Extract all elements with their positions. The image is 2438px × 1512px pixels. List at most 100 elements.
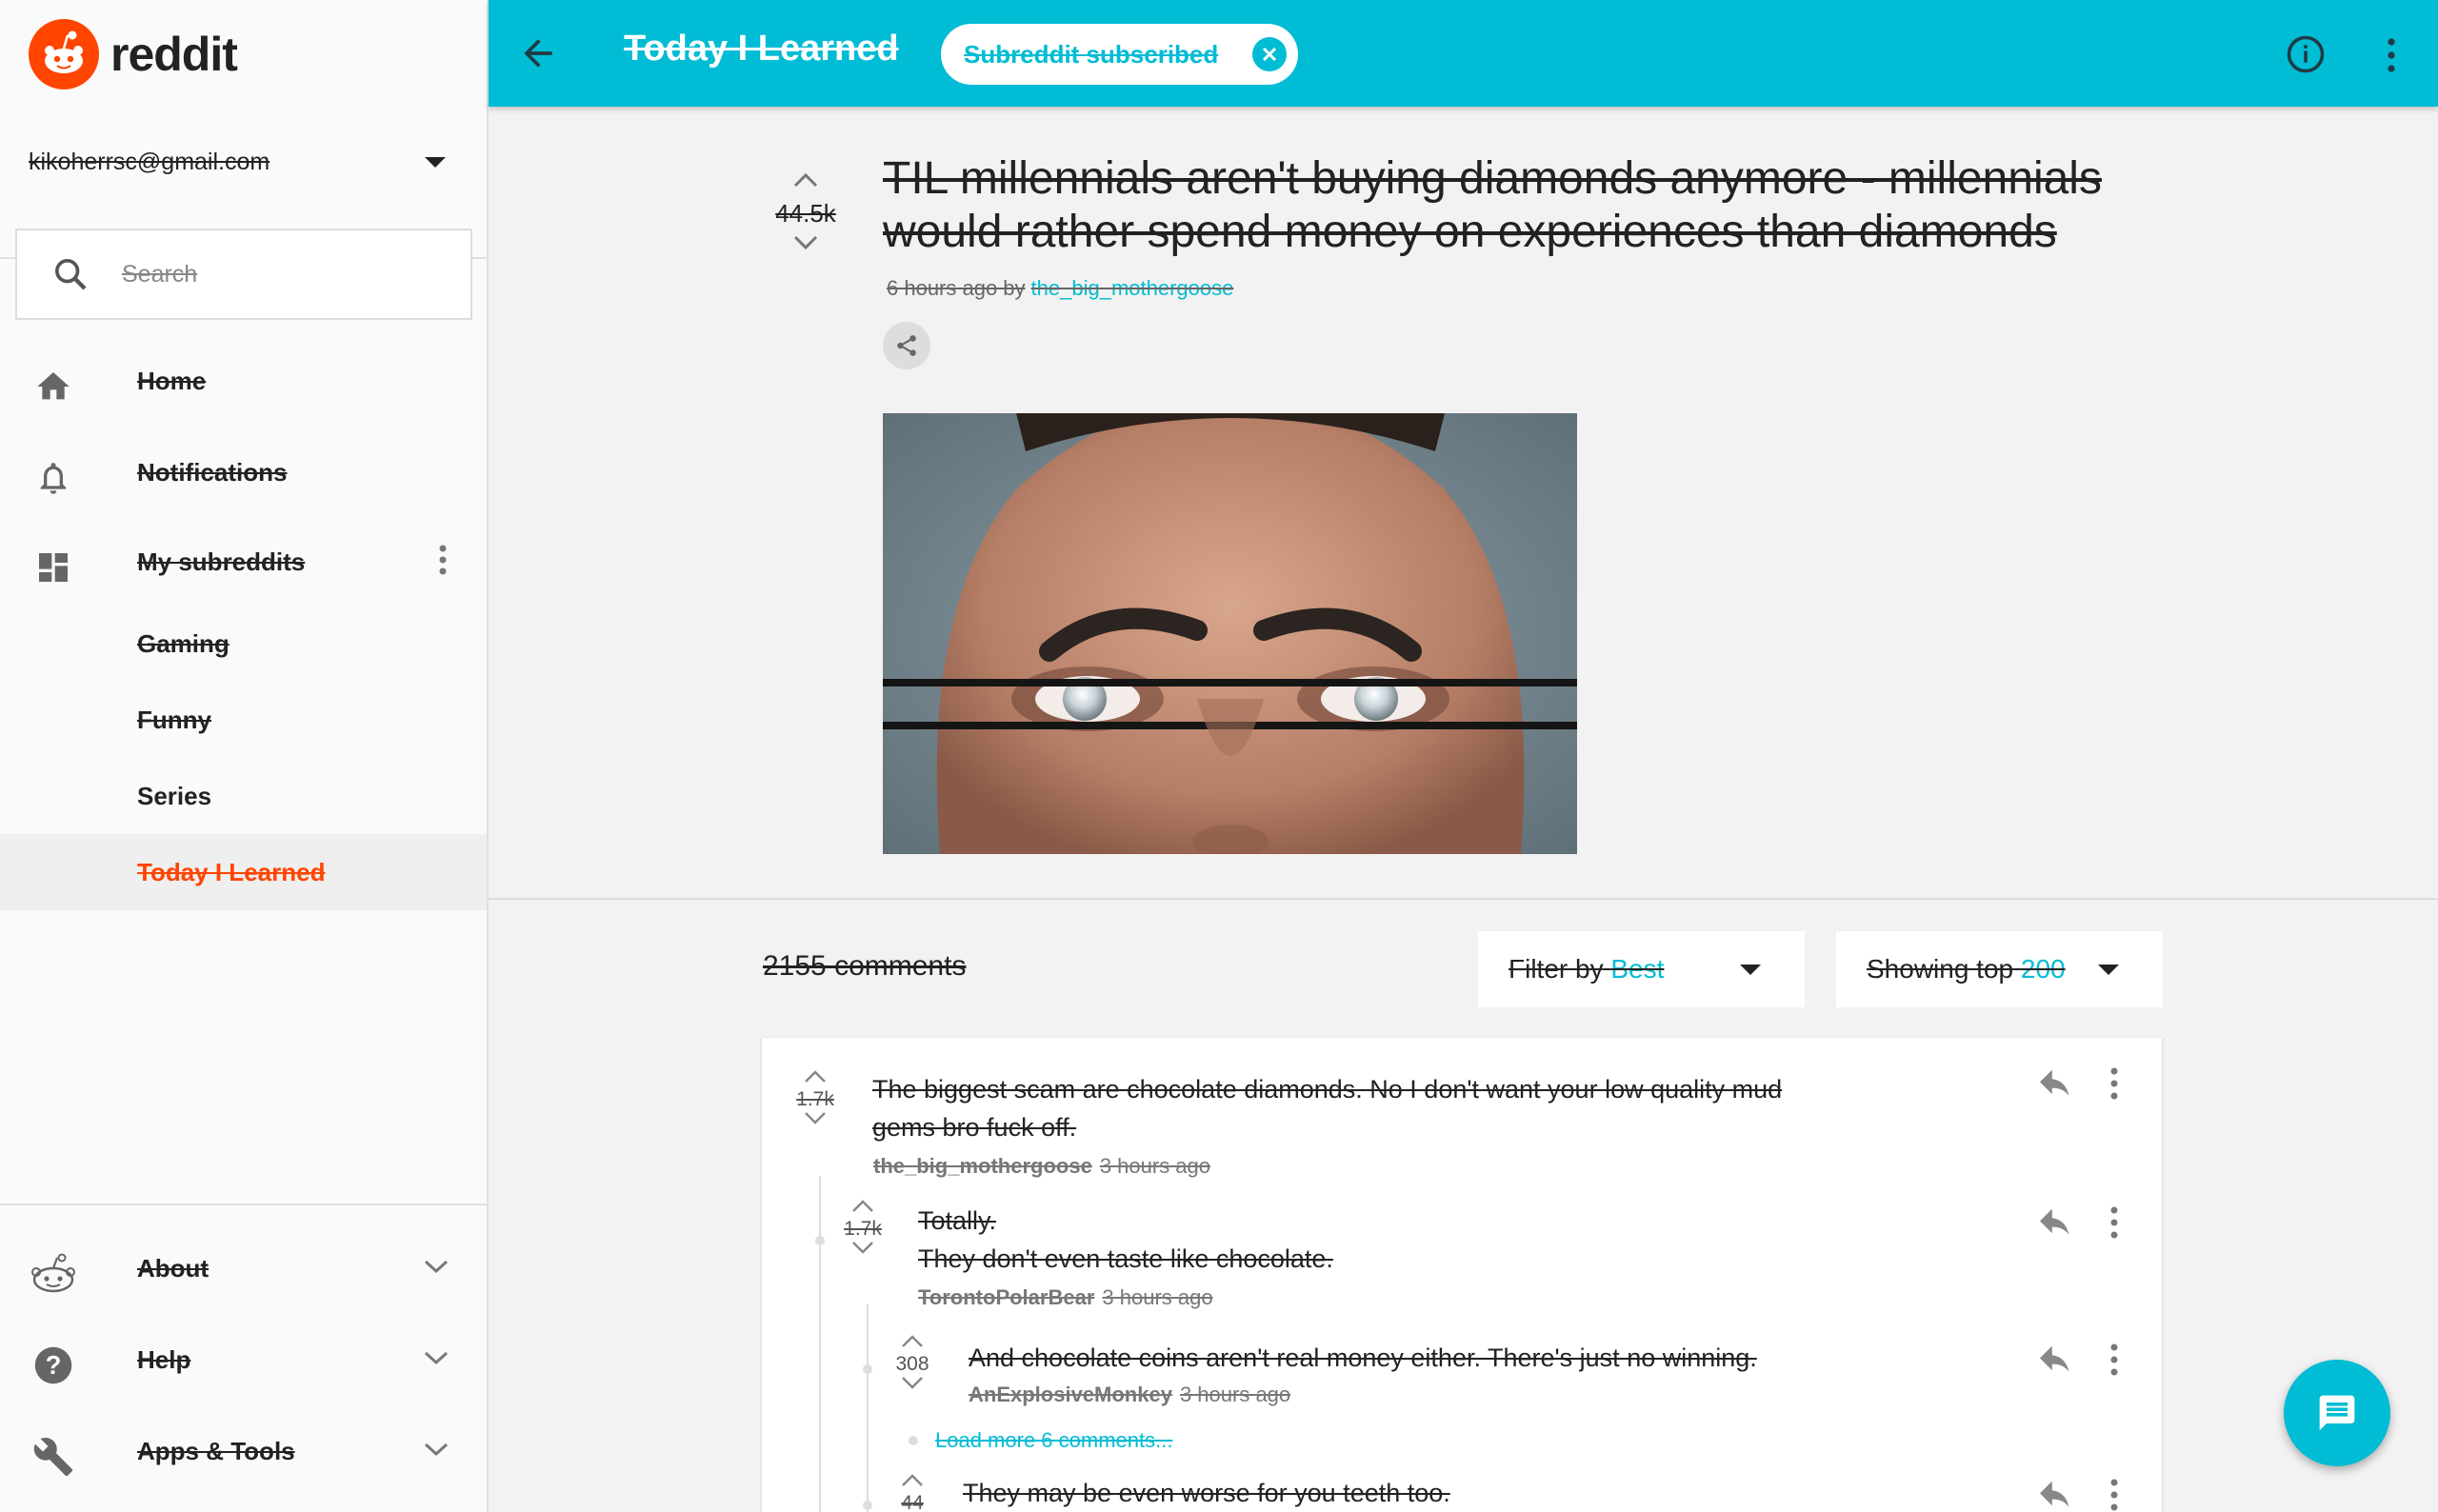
app-name: reddit: [110, 28, 238, 81]
comment: 1.7k The biggest scam are chocolate diam…: [762, 1038, 2162, 1178]
chevron-down-icon: [424, 1259, 449, 1279]
comment-count: 2155 comments: [763, 950, 967, 982]
snoo-icon: [30, 1251, 76, 1297]
face-with-diamond-eyes-image: [883, 413, 1577, 854]
comment-body: And chocolate coins aren't real money ei…: [969, 1339, 1757, 1377]
back-arrow-icon[interactable]: [517, 32, 559, 74]
filter-dropdown[interactable]: Filter by Best: [1478, 931, 1805, 1007]
info-icon[interactable]: [2286, 34, 2326, 74]
sidebar-item-help[interactable]: ? Help: [0, 1322, 487, 1398]
close-icon[interactable]: [1252, 37, 1288, 71]
subscribed-chip[interactable]: Subreddit subscribed: [941, 24, 1299, 85]
filter-value: Best: [1610, 954, 1665, 984]
subreddit-label: Gaming: [137, 628, 230, 658]
comment-meta: TorontoPolarBear 3 hours ago: [918, 1285, 1213, 1310]
reply-icon[interactable]: [2036, 1207, 2074, 1238]
share-button[interactable]: [883, 322, 930, 369]
bell-icon: [30, 455, 76, 501]
filter-prefix: Filter by: [1509, 954, 1604, 984]
sidebar-item-funny[interactable]: Funny: [0, 682, 487, 758]
downvote-icon[interactable]: [851, 1241, 874, 1254]
divider: [0, 1204, 489, 1205]
subreddit-label: Funny: [137, 705, 211, 734]
load-more-comments-link[interactable]: Load more 6 comments...: [935, 1428, 1172, 1453]
downvote-icon[interactable]: [792, 234, 819, 251]
reply-icon[interactable]: [2036, 1480, 2074, 1510]
reply-icon[interactable]: [2036, 1344, 2074, 1375]
nav-label: Home: [137, 366, 207, 395]
more-vertical-icon[interactable]: [2108, 1066, 2120, 1101]
downvote-icon[interactable]: [901, 1376, 924, 1389]
upvote-icon[interactable]: [792, 171, 819, 189]
showing-top-dropdown[interactable]: Showing top 200: [1836, 931, 2163, 1007]
comment-time: 3 hours ago: [1102, 1285, 1213, 1309]
comment-text-line: The biggest scam are chocolate diamonds.…: [872, 1075, 1783, 1104]
more-vertical-icon[interactable]: [2108, 1205, 2120, 1240]
divider: [489, 898, 2438, 900]
nav-my-subreddits[interactable]: My subreddits: [0, 524, 487, 600]
share-icon: [897, 335, 916, 356]
chevron-down-icon: [424, 1442, 449, 1462]
search-icon: [55, 259, 87, 290]
comment-vote: 308: [884, 1335, 941, 1394]
thread-dot: [909, 1436, 918, 1445]
upvote-icon[interactable]: [804, 1070, 827, 1084]
downvote-icon[interactable]: [804, 1111, 827, 1124]
more-vertical-icon[interactable]: [2108, 1478, 2120, 1512]
chevron-down-icon: [1740, 964, 1761, 975]
sidebar-item-about[interactable]: About: [0, 1230, 487, 1306]
comment-author[interactable]: TorontoPolarBear: [918, 1285, 1094, 1309]
reddit-snoo-icon: [29, 19, 99, 90]
chevron-down-icon: [424, 1350, 449, 1370]
sidebar-item-today-i-learned[interactable]: Today I Learned: [0, 834, 487, 910]
wrench-icon: [30, 1434, 76, 1480]
reply-icon[interactable]: [2036, 1068, 2074, 1099]
comment: 1.7k Totally. They don't even taste like…: [762, 1181, 2162, 1309]
comment-text-line: gems bro fuck off.: [872, 1113, 1077, 1142]
comment-score: 1.7k: [844, 1218, 882, 1240]
comment-author[interactable]: the_big_mothergoose: [873, 1154, 1092, 1178]
search-input[interactable]: [122, 260, 446, 288]
nav-notifications[interactable]: Notifications: [0, 434, 487, 510]
comment-time: 3 hours ago: [1099, 1154, 1211, 1178]
comment-text-line: They don't even taste like chocolate.: [918, 1244, 1333, 1273]
search-box[interactable]: [15, 229, 472, 320]
post-image[interactable]: [883, 413, 1577, 854]
post-author-link[interactable]: the_big_mothergoose: [1031, 276, 1234, 300]
showing-prefix: Showing top: [1867, 954, 2014, 984]
comment-body: Totally. They don't even taste like choc…: [918, 1202, 1333, 1278]
reddit-logo[interactable]: reddit: [29, 19, 238, 90]
subreddit-label: Today I Learned: [137, 857, 326, 886]
nav-home[interactable]: Home: [0, 343, 487, 419]
comment-meta: the_big_mothergoose 3 hours ago: [873, 1154, 1210, 1179]
upvote-icon[interactable]: [851, 1200, 874, 1213]
nav-label: My subreddits: [137, 547, 306, 576]
message-icon: [2319, 1395, 2355, 1431]
upvote-icon[interactable]: [901, 1474, 924, 1487]
sidebar-item-series[interactable]: Series: [0, 758, 487, 834]
dashboard-icon: [30, 545, 76, 590]
comment-text-line: And chocolate coins aren't real money ei…: [969, 1343, 1757, 1372]
sidebar: reddit kikoherrsc@gmail.com Home Notific…: [0, 0, 489, 1512]
comment-vote: 44: [884, 1474, 941, 1512]
more-vertical-icon[interactable]: [2108, 1343, 2120, 1377]
more-vertical-icon[interactable]: [2384, 36, 2399, 74]
nav-label: About: [137, 1253, 210, 1283]
comment-text-line: Totally.: [918, 1206, 997, 1235]
subreddit-label: Series: [137, 781, 212, 810]
new-comment-button[interactable]: [2284, 1360, 2390, 1466]
sidebar-item-gaming[interactable]: Gaming: [0, 606, 487, 682]
comment-author[interactable]: AnExplosiveMonkey: [969, 1383, 1172, 1406]
home-icon: [30, 364, 76, 409]
comments-card: 1.7k The biggest scam are chocolate diam…: [762, 1038, 2162, 1512]
more-vertical-icon[interactable]: [437, 544, 449, 581]
upvote-icon[interactable]: [901, 1335, 924, 1348]
sidebar-item-apps-tools[interactable]: Apps & Tools: [0, 1413, 487, 1489]
post-title[interactable]: TIL millennials aren't buying diamonds a…: [883, 152, 2149, 259]
account-switcher[interactable]: kikoherrsc@gmail.com: [29, 143, 457, 181]
post-score: 44.5k: [775, 199, 836, 228]
comment-body: They may be even worse for you teeth too…: [963, 1474, 1450, 1512]
comment: 44 They may be even worse for you teeth …: [762, 1466, 2162, 1512]
nav-label: Notifications: [137, 457, 288, 487]
post-vote: 44.5k: [769, 171, 842, 256]
